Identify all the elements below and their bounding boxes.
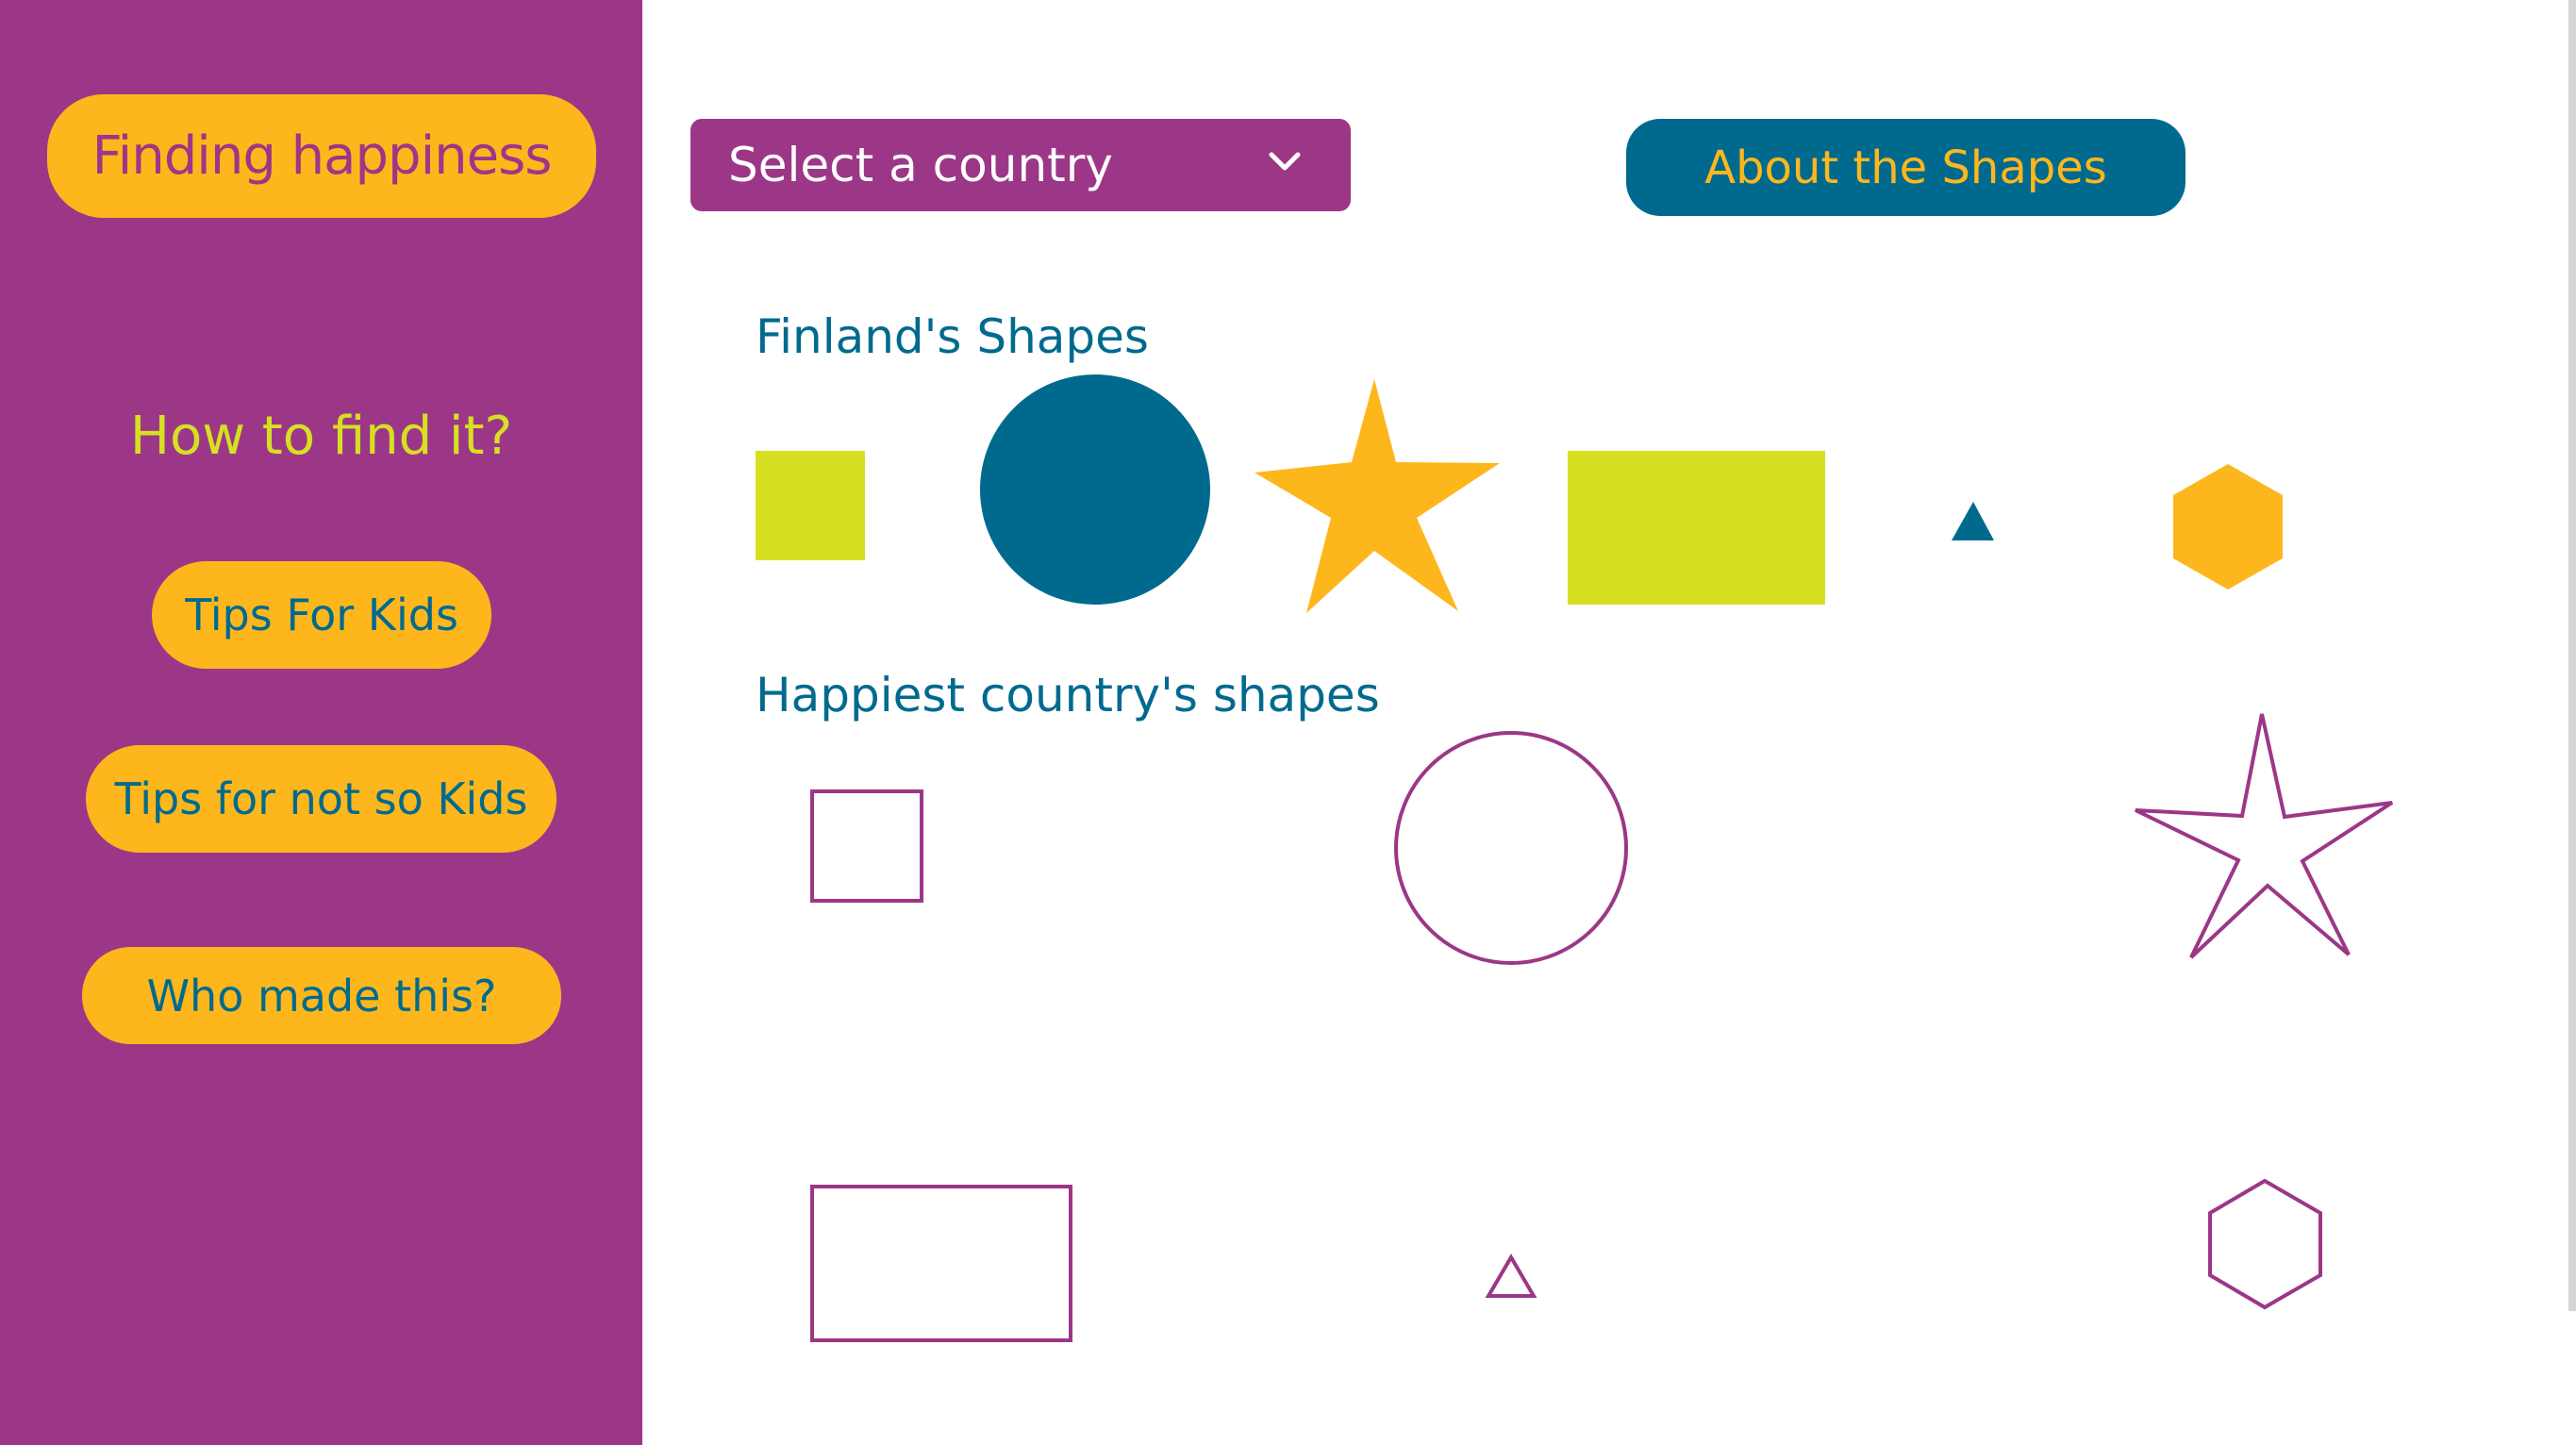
finland-shapes-title: Finland's Shapes (756, 309, 1149, 364)
finland-triangle-shape (1952, 502, 1994, 540)
sidebar: Finding happiness How to find it? Tips F… (0, 0, 642, 1445)
finland-star-shape (1255, 379, 1500, 613)
finland-rectangle-shape (1568, 451, 1825, 605)
happiest-rectangle-shape (810, 1185, 1072, 1342)
country-select[interactable]: Select a country (690, 119, 1351, 211)
finland-square-shape (756, 451, 865, 560)
finland-circle-shape (980, 374, 1210, 605)
happiest-shapes-title: Happiest country's shapes (756, 668, 1380, 722)
happiest-hexagon-shape (2208, 1178, 2322, 1310)
happiest-triangle-shape (1485, 1254, 1537, 1298)
tips-for-adults-button[interactable]: Tips for not so Kids (86, 745, 557, 853)
app-root: Finding happiness How to find it? Tips F… (0, 0, 2576, 1445)
happiest-circle-shape (1394, 731, 1628, 965)
finland-hexagon-shape (2173, 464, 2283, 590)
who-made-this-button[interactable]: Who made this? (82, 947, 561, 1044)
tips-for-kids-button[interactable]: Tips For Kids (152, 561, 491, 669)
about-shapes-button[interactable]: About the Shapes (1626, 119, 2185, 216)
country-select-value: Select a country (728, 138, 1113, 192)
sidebar-heading: How to find it? (129, 406, 513, 467)
happiest-square-shape (810, 789, 923, 903)
page-scrollbar[interactable] (2568, 0, 2576, 1311)
brand-button[interactable]: Finding happiness (47, 94, 596, 218)
happiest-star-shape (2135, 713, 2394, 959)
chevron-down-icon (1269, 152, 1301, 171)
